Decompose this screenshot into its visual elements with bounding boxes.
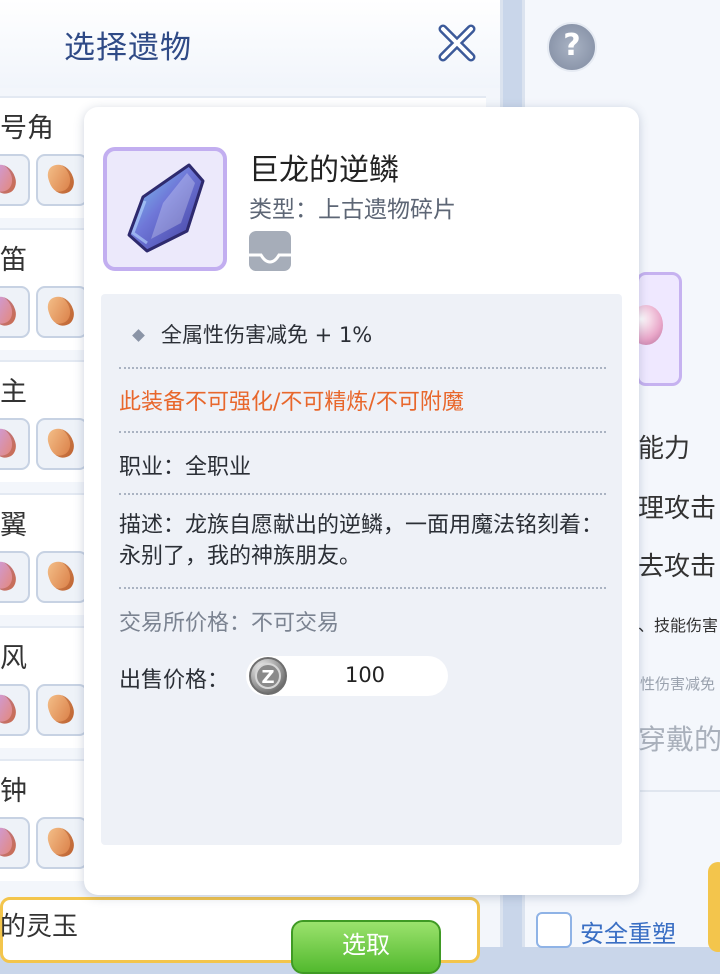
list-item-label: 翼 xyxy=(0,510,27,541)
relic-fragment-icon[interactable] xyxy=(0,286,30,338)
panel-title: 选择遗物 xyxy=(64,30,192,66)
list-item-label: 笛 xyxy=(0,245,27,276)
relic-fragment-icon[interactable] xyxy=(0,551,30,603)
ability-heading: 能力 xyxy=(638,434,691,464)
safe-remold-label: 安全重塑 xyxy=(580,920,676,948)
dotted-divider xyxy=(119,367,606,369)
highlight-edge xyxy=(708,862,720,952)
svg-text:Z: Z xyxy=(261,667,274,688)
magic-attack-text: 去攻击 xyxy=(638,552,717,582)
relic-fragment-icon[interactable] xyxy=(36,684,88,736)
attribute-text: 全属性伤害减免 + 1% xyxy=(161,323,373,347)
equipped-relic-slot[interactable] xyxy=(629,272,682,386)
close-icon[interactable] xyxy=(436,22,478,64)
relic-fragment-icon[interactable] xyxy=(36,418,88,470)
relic-fragment-icon[interactable] xyxy=(36,551,88,603)
relic-fragment-icon[interactable] xyxy=(0,418,30,470)
dotted-divider xyxy=(119,587,606,589)
list-item-label: 钟 xyxy=(0,776,27,807)
item-type: 类型：上古遗物碎片 xyxy=(249,197,456,223)
relic-fragment-icon[interactable] xyxy=(36,154,88,206)
safe-remold-checkbox[interactable] xyxy=(536,912,572,948)
dotted-divider xyxy=(119,493,606,495)
warning-text: 此装备不可强化/不可精炼/不可附魔 xyxy=(119,390,464,415)
item-icon-frame xyxy=(103,147,227,271)
relic-fragment-icon[interactable] xyxy=(0,684,30,736)
selected-relic-label: 的灵玉 xyxy=(0,912,79,942)
sell-price-value: 100 xyxy=(344,663,386,687)
divider xyxy=(640,790,720,792)
diamond-bullet-icon xyxy=(132,329,145,342)
relic-fragment-icon[interactable] xyxy=(36,286,88,338)
help-icon[interactable]: ? xyxy=(547,22,597,72)
job-text: 职业：全职业 xyxy=(119,455,252,480)
relic-fragment-icon[interactable] xyxy=(36,817,88,869)
select-button[interactable]: 选取 xyxy=(291,920,441,974)
relic-fragment-icon[interactable] xyxy=(0,154,30,206)
wearable-hint-text: 穿戴的 xyxy=(638,723,720,756)
exchange-price-text: 交易所价格：不可交易 xyxy=(119,611,340,636)
untradeable-bag-icon xyxy=(247,229,293,273)
skill-damage-text: 、技能伤害 xyxy=(638,616,719,635)
dotted-divider xyxy=(119,431,606,433)
attribute-row: 全属性伤害减免 + 1% xyxy=(132,319,373,349)
damage-reduction-text: 性伤害减免 xyxy=(640,675,716,693)
item-name: 巨龙的逆鳞 xyxy=(249,153,399,188)
sell-price-label: 出售价格： xyxy=(119,668,230,693)
list-item-label: 号角 xyxy=(0,113,54,144)
list-item-label: 风 xyxy=(0,643,27,674)
zeny-coin-icon: Z xyxy=(248,656,288,696)
description-text: 描述：龙族自愿献出的逆鳞，一面用魔法铭刻着：永别了，我的神族朋友。 xyxy=(119,513,604,569)
relic-fragment-icon[interactable] xyxy=(0,817,30,869)
physical-attack-text: 理攻击 xyxy=(638,494,717,524)
dragon-scale-icon xyxy=(127,163,205,253)
list-item-label: 主 xyxy=(0,377,27,408)
